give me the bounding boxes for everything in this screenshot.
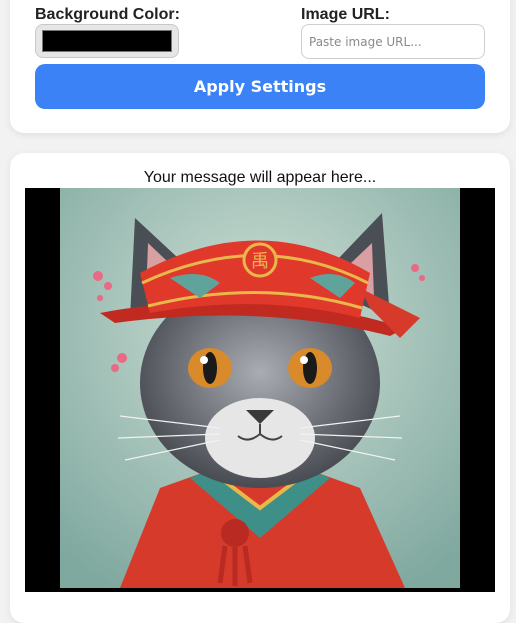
preview-message: Your message will appear here...: [143, 169, 377, 186]
preview-frame: 禹: [25, 188, 495, 592]
preview-panel: Your message will appear here... 禹: [10, 153, 510, 623]
image-url-label: Image URL:: [301, 6, 390, 23]
robe-knot: [221, 519, 249, 547]
background-color-swatch[interactable]: [42, 30, 172, 52]
image-url-input[interactable]: [301, 24, 485, 59]
cat-portrait-image: 禹: [60, 188, 460, 588]
settings-panel: Background Color: Image URL: Apply Setti…: [10, 0, 510, 133]
hat-seal-text: 禹: [251, 251, 269, 272]
apply-settings-button[interactable]: Apply Settings: [35, 64, 485, 109]
background-color-label: Background Color:: [35, 6, 180, 23]
background-color-picker[interactable]: [35, 24, 179, 58]
